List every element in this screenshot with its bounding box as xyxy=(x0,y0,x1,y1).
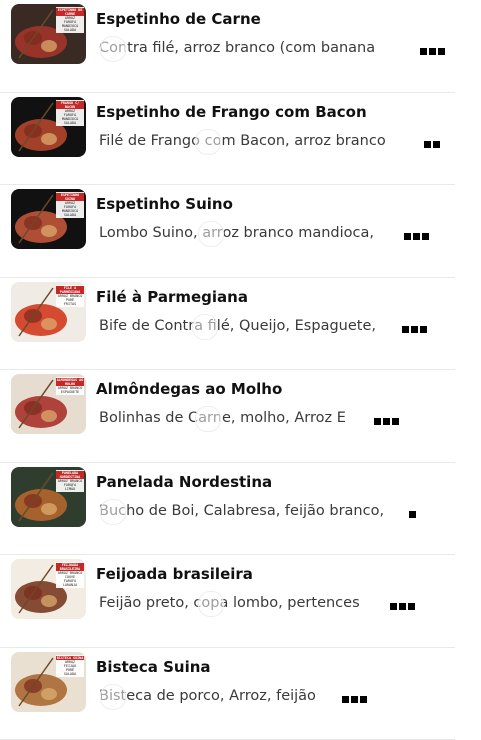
dish-thumbnail: ALMÔNDEGAS AO MOLHOARROZ BRANCOESPAGUETE xyxy=(11,374,86,434)
label-line: LARANJA xyxy=(56,583,84,587)
dish-title: Feijoada brasileira xyxy=(96,565,253,583)
label-line: ESPAGUETE xyxy=(56,390,84,394)
more-dots-icon[interactable] xyxy=(342,695,369,706)
dish-title: Espetinho Suino xyxy=(96,195,233,213)
thumbnail-label: FILÉ À PARMEGIANAARROZ BRANCOPURÊFRITAS xyxy=(56,285,84,307)
menu-item-8[interactable]: BISTECA SUINAARROZFEIJÃOPURÊSALADA Biste… xyxy=(0,648,481,740)
label-heading: BISTECA SUINA xyxy=(56,656,84,660)
label-heading: ALMÔNDEGAS AO MOLHO xyxy=(56,378,84,386)
dish-thumbnail: FRANGO C/ BACONARROZFAROFAMANDIOCASALADA xyxy=(11,97,86,157)
dish-description: Bucho de Boi, Calabresa, feijão branco, xyxy=(99,503,384,519)
label-heading: FEIJOADA BRASILEIRA xyxy=(56,563,84,571)
ripple-overlay xyxy=(100,36,126,62)
more-dots-icon[interactable] xyxy=(374,417,401,428)
menu-item-4[interactable]: FILÉ À PARMEGIANAARROZ BRANCOPURÊFRITAS … xyxy=(0,278,481,371)
label-line: LIMÃO xyxy=(56,487,84,491)
label-line: SALADA xyxy=(56,121,84,125)
dish-thumbnail: BISTECA SUINAARROZFEIJÃOPURÊSALADA xyxy=(11,652,86,712)
label-line: SALADA xyxy=(56,28,84,32)
dish-title: Espetinho de Frango com Bacon xyxy=(96,103,367,121)
more-dots-icon[interactable] xyxy=(402,325,429,336)
ripple-overlay xyxy=(100,499,126,525)
dish-thumbnail: PANELADA NORDESTINAARROZ BRANCOFAROFALIM… xyxy=(11,467,86,527)
label-line: ARROZ BRANCO xyxy=(56,479,84,483)
dish-thumbnail: FILÉ À PARMEGIANAARROZ BRANCOPURÊFRITAS xyxy=(11,282,86,342)
more-dots-icon[interactable] xyxy=(424,140,442,151)
label-line: SALADA xyxy=(56,213,84,217)
more-dots-icon[interactable] xyxy=(404,232,431,243)
more-dots-icon[interactable] xyxy=(390,602,417,613)
ripple-overlay xyxy=(198,221,224,247)
dish-title: Bisteca Suina xyxy=(96,658,211,676)
dish-description: Bolinhas de Carne, molho, Arroz E xyxy=(99,410,346,426)
dish-thumbnail: FEIJOADA BRASILEIRAARROZ BRANCOCOUVEFARO… xyxy=(11,559,86,619)
dish-description: Bisteca de porco, Arroz, feijão xyxy=(99,688,316,704)
dish-title: Filé à Parmegiana xyxy=(96,288,248,306)
dish-thumbnail: ESPETINHO DE CARNEARROZFAROFAMANDIOCASAL… xyxy=(11,4,86,64)
ripple-overlay xyxy=(195,406,221,432)
thumbnail-label: FRANGO C/ BACONARROZFAROFAMANDIOCASALADA xyxy=(56,100,84,126)
ripple-overlay xyxy=(192,314,218,340)
label-line: SALADA xyxy=(56,672,84,676)
dish-title: Almôndegas ao Molho xyxy=(96,380,282,398)
ripple-overlay xyxy=(195,129,221,155)
dish-description: Filé de Frango com Bacon, arroz branco xyxy=(99,133,386,149)
label-line: ARROZ BRANCO xyxy=(56,294,84,298)
label-heading: FILÉ À PARMEGIANA xyxy=(56,286,84,294)
thumbnail-label: PANELADA NORDESTINAARROZ BRANCOFAROFALIM… xyxy=(56,470,84,492)
label-heading: ESPETINHO DE CARNE xyxy=(56,8,84,16)
dish-description: Bife de Contra filé, Queijo, Espaguete, xyxy=(99,318,376,334)
label-heading: PANELADA NORDESTINA xyxy=(56,471,84,479)
dish-description: Feijão preto, copa lombo, pertences xyxy=(99,595,360,611)
thumbnail-label: ESPETINHO DE CARNEARROZFAROFAMANDIOCASAL… xyxy=(56,7,84,33)
thumbnail-label: ESPETINHO SUINOARROZFAROFAMANDIOCASALADA xyxy=(56,192,84,218)
menu-item-2[interactable]: FRANGO C/ BACONARROZFAROFAMANDIOCASALADA… xyxy=(0,93,481,186)
dish-title: Panelada Nordestina xyxy=(96,473,272,491)
ripple-overlay xyxy=(198,591,224,617)
ripple-overlay xyxy=(100,684,126,710)
menu-item-7[interactable]: FEIJOADA BRASILEIRAARROZ BRANCOCOUVEFARO… xyxy=(0,555,481,648)
thumbnail-label: FEIJOADA BRASILEIRAARROZ BRANCOCOUVEFARO… xyxy=(56,562,84,588)
menu-list: ESPETINHO DE CARNEARROZFAROFAMANDIOCASAL… xyxy=(0,0,481,740)
dish-thumbnail: ESPETINHO SUINOARROZFAROFAMANDIOCASALADA xyxy=(11,189,86,249)
thumbnail-label: BISTECA SUINAARROZFEIJÃOPURÊSALADA xyxy=(56,655,84,677)
menu-item-3[interactable]: ESPETINHO SUINOARROZFAROFAMANDIOCASALADA… xyxy=(0,185,481,278)
menu-item-5[interactable]: ALMÔNDEGAS AO MOLHOARROZ BRANCOESPAGUETE… xyxy=(0,370,481,463)
label-heading: ESPETINHO SUINO xyxy=(56,193,84,201)
dish-description: Lombo Suino, arroz branco mandioca, xyxy=(99,225,374,241)
dish-description: Contra filé, arroz branco (com banana xyxy=(99,40,375,56)
label-heading: FRANGO C/ BACON xyxy=(56,101,84,109)
label-line: FRITAS xyxy=(56,302,84,306)
menu-item-1[interactable]: ESPETINHO DE CARNEARROZFAROFAMANDIOCASAL… xyxy=(0,0,481,93)
more-dots-icon[interactable] xyxy=(420,47,447,58)
menu-item-6[interactable]: PANELADA NORDESTINAARROZ BRANCOFAROFALIM… xyxy=(0,463,481,556)
more-dots-icon[interactable] xyxy=(409,510,418,521)
dish-title: Espetinho de Carne xyxy=(96,10,261,28)
thumbnail-label: ALMÔNDEGAS AO MOLHOARROZ BRANCOESPAGUETE xyxy=(56,377,84,395)
